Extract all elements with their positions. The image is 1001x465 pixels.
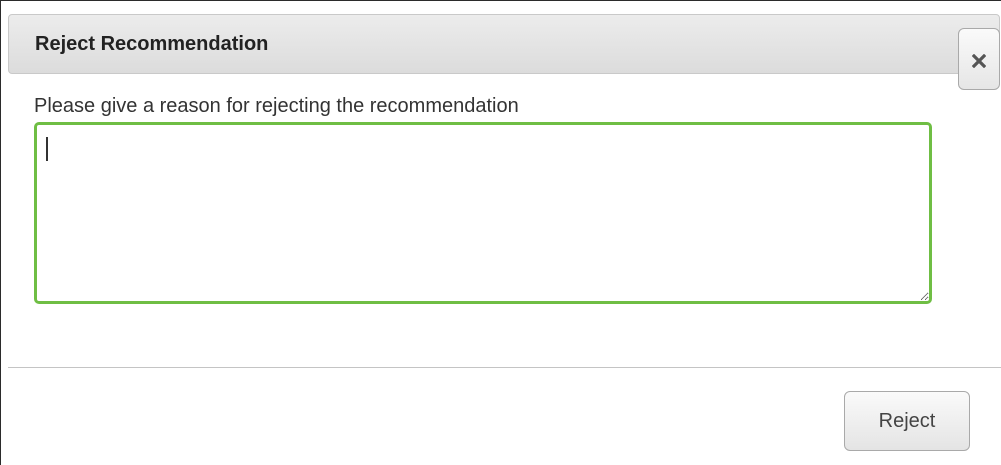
reason-prompt-label: Please give a reason for rejecting the r…	[34, 95, 519, 117]
reject-button[interactable]: Reject	[844, 391, 970, 451]
close-icon	[972, 54, 986, 68]
text-caret	[46, 137, 48, 161]
dialog-title: Reject Recommendation	[35, 33, 269, 55]
close-button[interactable]	[958, 28, 1000, 90]
reject-recommendation-dialog: Reject Recommendation Please give a reas…	[0, 0, 1001, 465]
footer-divider	[8, 367, 1001, 368]
dialog-titlebar: Reject Recommendation	[8, 14, 1000, 74]
reason-textarea[interactable]	[34, 122, 932, 304]
